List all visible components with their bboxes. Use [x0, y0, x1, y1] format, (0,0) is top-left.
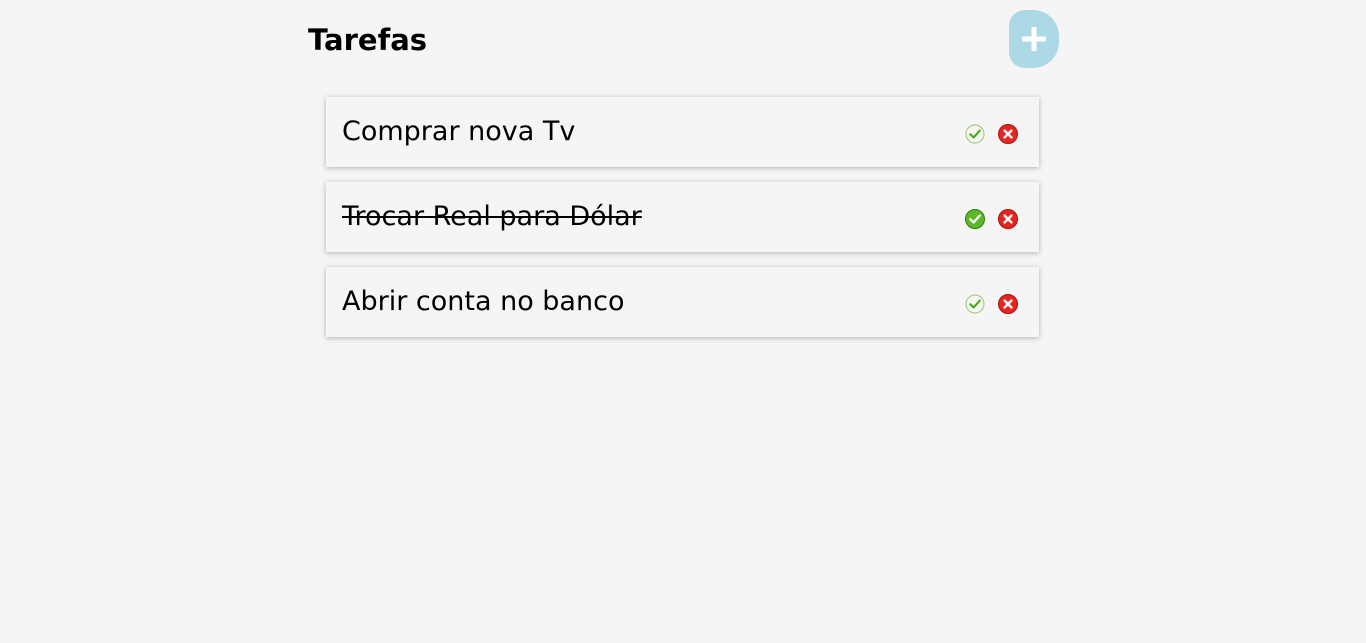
task-item: Abrir conta no banco	[326, 267, 1039, 337]
task-item: Trocar Real para Dólar	[326, 182, 1039, 252]
complete-task-button check-circle-icon[interactable]	[964, 293, 986, 315]
delete-task-button x-circle-icon[interactable]	[997, 123, 1019, 145]
task-text: Trocar Real para Dólar	[342, 201, 642, 232]
task-list: Comprar nova Tv Trocar Real para Dólar A…	[326, 97, 1039, 352]
header: Tarefas	[307, 10, 1059, 68]
task-item: Comprar nova Tv	[326, 97, 1039, 167]
task-actions	[964, 208, 1019, 230]
task-actions	[964, 123, 1019, 145]
task-text: Abrir conta no banco	[342, 286, 625, 317]
delete-task-button x-circle-icon[interactable]	[997, 293, 1019, 315]
task-actions	[964, 293, 1019, 315]
add-task-button[interactable]	[1009, 10, 1059, 68]
complete-task-button check-circle-icon[interactable]	[964, 123, 986, 145]
delete-task-button x-circle-icon[interactable]	[997, 208, 1019, 230]
page-title: Tarefas	[308, 23, 428, 57]
task-text: Comprar nova Tv	[342, 116, 576, 147]
complete-task-button check-circle-icon[interactable]	[964, 208, 986, 230]
plus-icon	[1022, 27, 1046, 51]
